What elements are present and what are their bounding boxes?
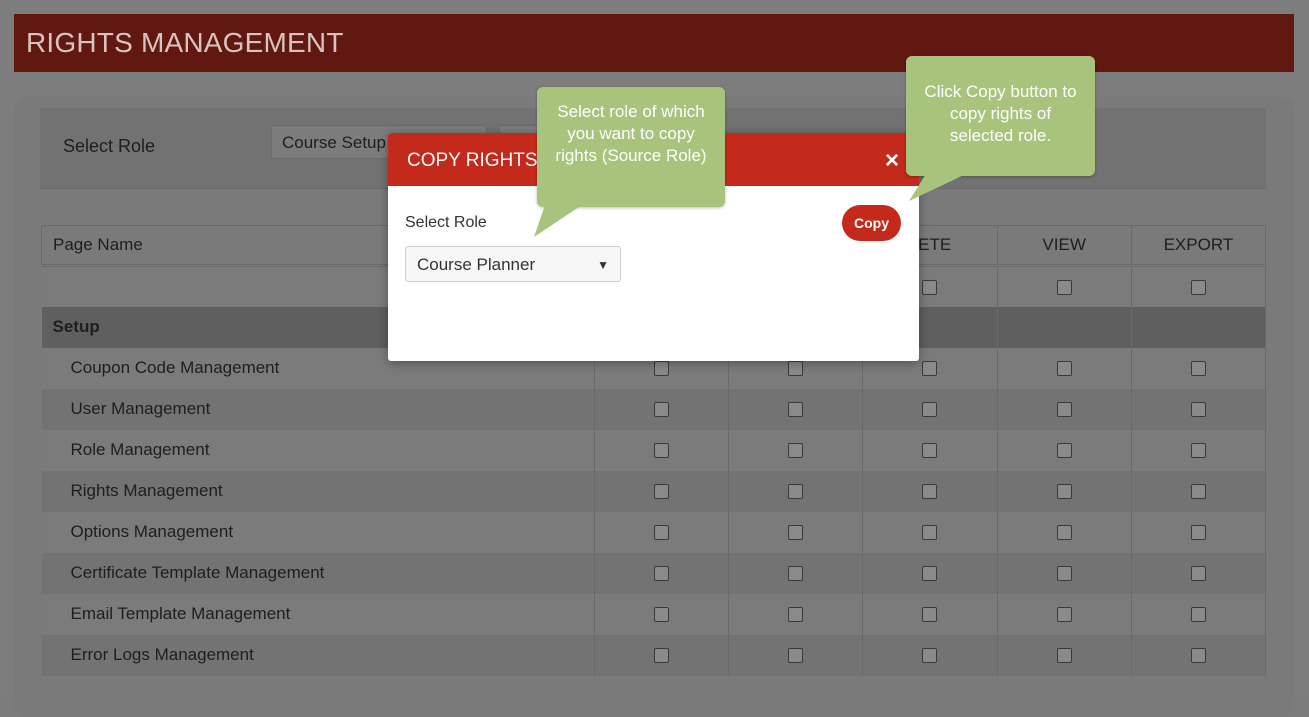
table-row: Rights Management [41,470,1267,512]
callout-pointer [909,174,966,201]
table-row: User Management [41,388,1267,430]
rights-checkbox[interactable] [788,443,804,459]
callout-text: Click Copy button to copy rights of sele… [924,82,1077,145]
source-role-select[interactable]: Course Planner ▼ [405,246,621,282]
rights-checkbox[interactable] [922,443,938,459]
rights-checkbox[interactable] [1190,361,1206,377]
page-header: RIGHTS MANAGEMENT [14,14,1294,72]
rights-checkbox[interactable] [1056,402,1072,418]
column-header-export: EXPORT [1130,225,1267,266]
rights-checkbox[interactable] [922,566,938,582]
table-row: Options Management [41,511,1267,553]
page-name-cell: Email Template Management [41,593,595,635]
rights-checkbox[interactable] [788,566,804,582]
close-icon[interactable]: × [885,147,899,175]
modal-title: COPY RIGHTS [407,150,538,171]
rights-checkbox[interactable] [1190,648,1206,664]
page-name-cell: Certificate Template Management [41,552,595,594]
chevron-down-icon: ▼ [597,258,609,272]
table-row: Role Management [41,429,1267,471]
rights-checkbox[interactable] [788,402,804,418]
rights-checkbox[interactable] [1056,648,1072,664]
rights-checkbox[interactable] [1056,607,1072,623]
page-name-cell: User Management [41,388,595,430]
page-name-cell: Role Management [41,429,595,471]
select-all-view-checkbox[interactable] [1056,279,1072,295]
select-all-export-checkbox[interactable] [1190,279,1206,295]
modal-select-role-label: Select Role [405,214,487,231]
rights-checkbox[interactable] [1056,525,1072,541]
rights-checkbox[interactable] [788,525,804,541]
rights-checkbox[interactable] [922,648,938,664]
rights-checkbox[interactable] [654,566,669,582]
page-title: RIGHTS MANAGEMENT [26,27,344,58]
rights-checkbox[interactable] [654,361,669,377]
callout-pointer [534,205,582,237]
rights-checkbox[interactable] [654,648,669,664]
column-header-view: VIEW [996,225,1132,266]
page-name-cell: Rights Management [41,470,595,512]
rights-checkbox[interactable] [922,361,938,377]
rights-checkbox[interactable] [1056,566,1072,582]
rights-checkbox[interactable] [1056,361,1072,377]
page-name-cell: Error Logs Management [41,634,595,676]
callout-text: Select role of which you want to copy ri… [555,102,707,165]
table-row: Email Template Management [41,593,1267,635]
rights-checkbox[interactable] [922,607,938,623]
source-role-value: Course Planner [417,255,536,274]
rights-checkbox[interactable] [654,443,669,459]
rights-checkbox[interactable] [1190,443,1206,459]
copy-button[interactable]: Copy [842,205,901,241]
table-row: Error Logs Management [41,634,1267,676]
rights-checkbox[interactable] [654,525,669,541]
rights-checkbox[interactable] [1190,566,1206,582]
rights-checkbox[interactable] [1056,443,1072,459]
copy-button-callout: Click Copy button to copy rights of sele… [906,56,1095,201]
rights-checkbox[interactable] [1190,525,1206,541]
rights-checkbox[interactable] [788,361,804,377]
source-role-callout: Select role of which you want to copy ri… [534,87,725,237]
select-all-delete-checkbox[interactable] [922,279,938,295]
rights-checkbox[interactable] [654,402,669,418]
page-name-cell: Options Management [41,511,595,553]
rights-checkbox[interactable] [654,484,669,500]
table-row: Certificate Template Management [41,552,1267,594]
rights-checkbox[interactable] [1056,484,1072,500]
rights-checkbox[interactable] [788,607,804,623]
rights-checkbox[interactable] [922,525,938,541]
rights-checkbox[interactable] [1190,484,1206,500]
select-role-label: Select Role [63,136,156,156]
rights-checkbox[interactable] [788,648,804,664]
rights-checkbox[interactable] [922,402,938,418]
rights-checkbox[interactable] [788,484,804,500]
rights-checkbox[interactable] [1190,607,1206,623]
rights-checkbox[interactable] [1190,402,1206,418]
rights-checkbox[interactable] [922,484,938,500]
rights-checkbox[interactable] [654,607,669,623]
